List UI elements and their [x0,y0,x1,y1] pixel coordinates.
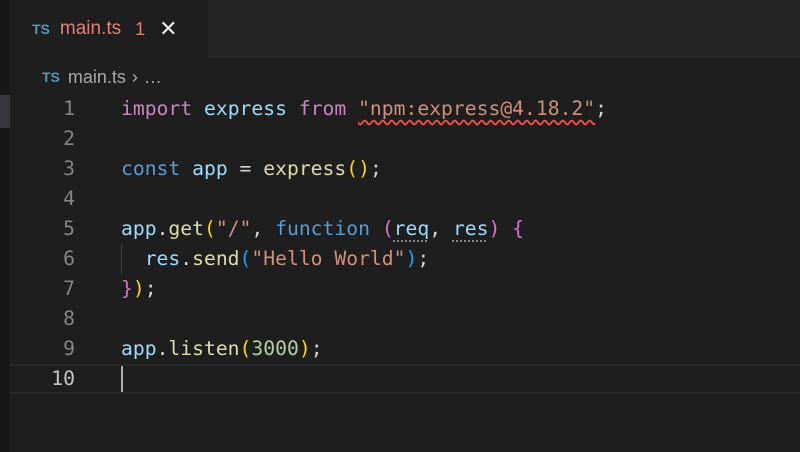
code-token: "npm:express@4.18.2" [358,97,596,120]
line-number: 1 [63,97,75,120]
line-number: 8 [63,307,75,330]
code-token: res [121,247,181,270]
code-token: , [251,217,276,240]
code-token: "Hello World" [251,247,406,270]
code-line[interactable]: 4 [10,184,800,214]
code-token: app [192,157,240,180]
code-token: express [263,157,347,180]
code-token: ; [417,247,430,270]
breadcrumb: TS main.ts › … [42,64,162,90]
code-token: "/" [215,217,252,240]
code-token: } [121,277,133,300]
scroll-marker [0,95,10,128]
code-line[interactable]: 1 import express from "npm:express@4.18.2… [10,94,800,124]
code-text: import express from "npm:express@4.18.2"… [121,94,607,124]
code-token: get [168,217,204,240]
line-number: 3 [63,157,75,180]
code-token: . [156,217,169,240]
code-token: app [121,217,157,240]
code-line[interactable]: 9 app.listen(3000); [10,334,800,364]
code-line[interactable]: 8 [10,304,800,334]
line-number: 9 [63,337,75,360]
code-token: ; [369,157,382,180]
breadcrumb-symbols[interactable]: … [144,67,162,88]
code-text: app.get("/", function (req, res) { [121,214,524,244]
code-token: res [452,217,489,240]
code-token: import [121,97,204,120]
line-number: 10 [51,367,75,390]
code-token: ( [203,217,216,240]
code-token: . [156,337,169,360]
chevron-right-icon: › [131,66,138,87]
code-token: ; [144,277,157,300]
code-text: const app = express(); [121,154,382,184]
code-token: from [298,97,359,120]
code-token: const [121,157,193,180]
code-line[interactable]: 7}); [10,274,800,304]
line-number: 7 [63,277,75,300]
code-token: ) [488,217,513,240]
breadcrumb-file[interactable]: main.ts [68,67,126,88]
code-token: 3000 [251,337,299,360]
code-token: ) [298,337,311,360]
code-text: app.listen(3000); [121,334,323,364]
tab-label: main.ts [59,18,122,39]
code-token: ; [310,337,323,360]
code-token: , [429,217,453,240]
close-tab-icon[interactable]: ✕ [159,16,177,42]
code-line[interactable]: 2 [10,124,800,154]
code-token: express [203,97,299,120]
line-number: 2 [63,127,75,150]
code-token: ) [405,247,418,270]
code-token: ( [239,247,252,270]
line-number: 4 [63,187,75,210]
code-token: ; [595,97,607,120]
line-number: 5 [63,217,75,240]
code-text: }); [121,274,157,304]
code-editor[interactable]: 1 import express from "npm:express@4.18.2… [10,94,800,394]
tab-bar: TS main.ts 1 ✕ [10,0,800,58]
code-token: ( [239,337,252,360]
text-cursor [121,366,123,392]
problems-count-badge: 1 [135,18,146,39]
code-token: listen [168,337,240,360]
code-token: { [512,217,525,240]
code-token: send [192,247,240,270]
line-number: 6 [63,247,75,270]
code-token: = [239,157,264,180]
code-line[interactable]: 6 res.send("Hello World"); [10,244,800,274]
code-line[interactable]: 10 [10,364,800,394]
code-token: . [180,247,193,270]
code-token: function [275,217,382,240]
code-text: res.send("Hello World"); [121,244,430,274]
code-token: ) [132,277,145,300]
code-token: app [121,337,157,360]
tab-main-ts[interactable]: TS main.ts 1 ✕ [10,0,208,58]
typescript-file-icon: TS [32,21,50,37]
code-token: ( [381,217,394,240]
code-line[interactable]: 5 app.get("/", function (req, res) { [10,214,800,244]
code-token: req [393,217,430,240]
code-token: () [346,157,370,180]
activity-strip [0,0,10,452]
code-line[interactable]: 3 const app = express(); [10,154,800,184]
typescript-file-icon: TS [42,69,60,85]
